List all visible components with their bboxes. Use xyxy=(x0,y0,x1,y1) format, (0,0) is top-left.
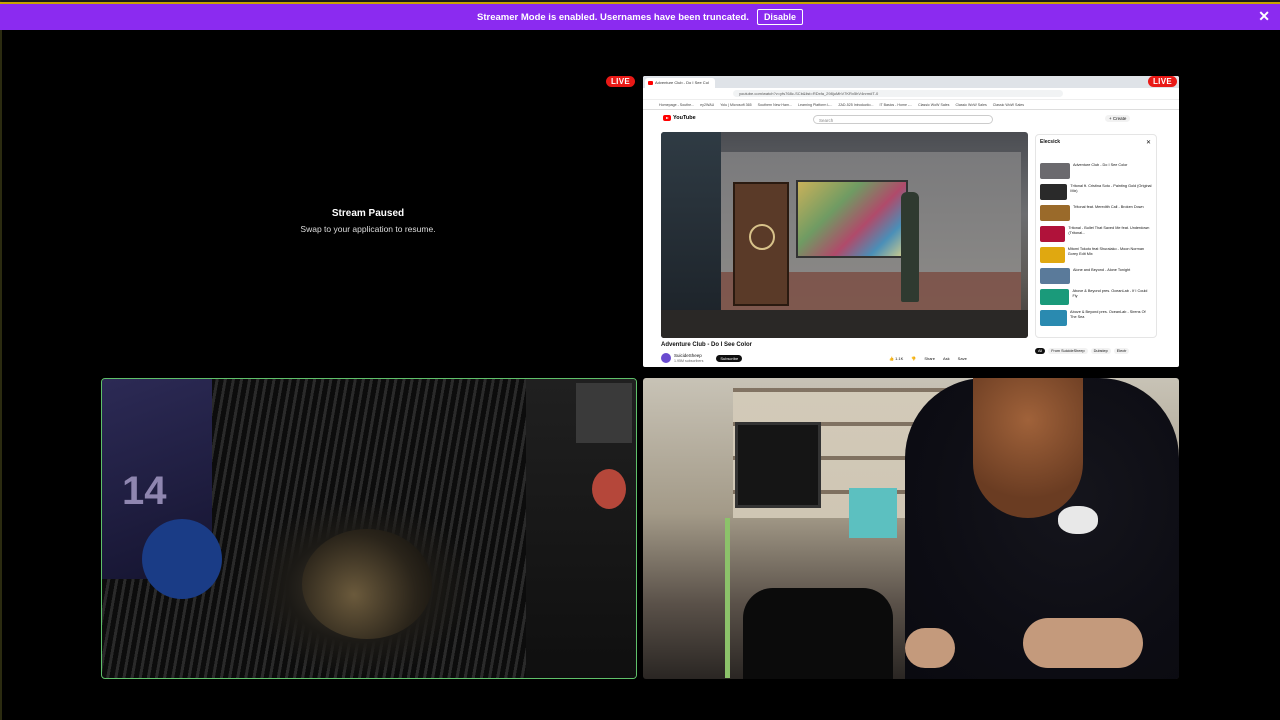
blue-object xyxy=(142,519,222,599)
video-player[interactable] xyxy=(661,132,1028,338)
streamer-mode-banner: Streamer Mode is enabled. Usernames have… xyxy=(0,2,1280,30)
person-arm xyxy=(1023,618,1143,668)
youtube-logo[interactable]: YouTube xyxy=(663,115,696,121)
playlist-item[interactable]: Tritonal feat. Meredith Call - Broken Do… xyxy=(1040,205,1152,223)
video-scene-figure xyxy=(901,192,919,302)
playlist-item-title: Above & Beyond pres. OceanLab - If I Cou… xyxy=(1072,289,1148,298)
youtube-search-input[interactable]: Search xyxy=(813,115,993,124)
browser-tab-title: Adventure Club - Do I See Col xyxy=(655,80,709,85)
channel-avatar[interactable] xyxy=(661,353,671,363)
ask-button[interactable]: Ask xyxy=(943,356,950,361)
youtube-play-icon xyxy=(663,115,671,121)
teal-box xyxy=(849,488,897,538)
thumbnail xyxy=(1040,163,1070,179)
dislike-button[interactable]: 👎 xyxy=(911,356,916,361)
person-beard xyxy=(973,378,1083,518)
bookmark[interactable]: Homepage - Southe... xyxy=(659,103,694,107)
person-hand xyxy=(905,628,955,668)
bookmark[interactable]: ZAD-525 Introductio... xyxy=(838,103,873,107)
trash-bags xyxy=(743,588,893,679)
live-badge: LIVE xyxy=(606,76,635,87)
bookmark[interactable]: Classic WoW Sales xyxy=(955,103,986,107)
stream-paused-subtitle: Swap to your application to resume. xyxy=(300,224,436,234)
close-icon[interactable]: ✕ xyxy=(1146,139,1151,146)
bookmark[interactable]: Learning Platform L... xyxy=(798,103,832,107)
video-scene-left xyxy=(661,132,721,338)
playlist-item[interactable]: Mitomi Tokoto feat Shuraiako - Moon Norm… xyxy=(1040,247,1152,265)
playlist-item[interactable]: Alone and Beyond - Alone Tonight xyxy=(1040,268,1152,286)
bookmark[interactable]: ey2WAU xyxy=(700,103,714,107)
shirt-logo xyxy=(1058,506,1098,534)
create-button[interactable]: + Create xyxy=(1105,115,1131,122)
address-bar[interactable]: youtube.com/watch?v=yfs768c-SCb&list=RDx… xyxy=(733,90,1063,97)
video-actions: 👍 1.1K 👎 Share Ask Save xyxy=(889,356,967,361)
close-icon[interactable]: ✕ xyxy=(1258,9,1270,23)
chip-all[interactable]: All xyxy=(1035,348,1046,354)
share-button[interactable]: Share xyxy=(924,356,935,361)
related-chips: All From SuicideSheep Dubstep Electr xyxy=(1035,348,1130,354)
webcam-tile-right[interactable] xyxy=(643,378,1179,679)
youtube-logo-text: YouTube xyxy=(673,115,696,121)
bookmark[interactable]: Yolu | Microsoft 365 xyxy=(720,103,751,107)
video-title: Adventure Club - Do I See Color xyxy=(661,342,753,348)
playlist-item[interactable]: Tritonal ft. Cristina Soto - Painting Go… xyxy=(1040,184,1152,202)
channel-row: SuicideSheep 1.95M subscribers Subscribe xyxy=(661,353,743,363)
stream-paused-title: Stream Paused xyxy=(331,208,405,219)
poster xyxy=(576,383,632,443)
paused-stream-tile[interactable]: Stream Paused Swap to your application t… xyxy=(100,76,636,367)
thumbnail xyxy=(1040,268,1070,284)
subscribe-button[interactable]: Subscribe xyxy=(716,354,743,362)
disable-streamer-mode-button[interactable]: Disable xyxy=(756,9,803,25)
playlist-item[interactable]: Tritonal - Bullet That Saved Me feat. Un… xyxy=(1040,226,1152,244)
thumbnail xyxy=(1040,310,1068,326)
playlist-item[interactable]: Adventure Club - Do I See Color xyxy=(1040,163,1152,181)
playlist-item-title: Tritonal - Bullet That Saved Me feat. Un… xyxy=(1068,226,1150,235)
monitor xyxy=(735,422,821,508)
like-button[interactable]: 👍 1.1K xyxy=(889,356,903,361)
pole xyxy=(725,518,730,678)
live-badge: LIVE xyxy=(1148,76,1177,87)
thumbnail xyxy=(1040,205,1070,221)
bookmarks-bar: Homepage - Southe... ey2WAU Yolu | Micro… xyxy=(643,100,1179,110)
video-scene-floor xyxy=(661,310,1028,338)
playlist-item-title: Alone and Beyond - Alone Tonight xyxy=(1073,268,1131,272)
chip-channel[interactable]: From SuicideSheep xyxy=(1048,348,1088,354)
thumbnail xyxy=(1040,226,1066,242)
jersey-number: 14 xyxy=(122,469,167,513)
browser-tab-strip: Adventure Club - Do I See Col xyxy=(643,76,1179,88)
person-head xyxy=(302,529,432,639)
playlist-item-title: Tritonal ft. Cristina Soto - Painting Go… xyxy=(1070,184,1152,193)
save-button[interactable]: Save xyxy=(958,356,967,361)
channel-name[interactable]: SuicideSheep xyxy=(674,353,702,358)
thumbnail xyxy=(1040,289,1070,305)
chip-dubstep[interactable]: Dubstep xyxy=(1090,348,1111,354)
subscriber-count: 1.95M subscribers xyxy=(674,359,704,363)
thumbnail xyxy=(1040,247,1065,263)
youtube-favicon-icon xyxy=(648,81,653,85)
playlist-title: Elecsick xyxy=(1040,139,1061,145)
video-scene-door xyxy=(733,182,789,306)
chip-electronic[interactable]: Electr xyxy=(1113,348,1130,354)
bookmark[interactable]: IT Basics - Home -... xyxy=(879,103,912,107)
bookmark[interactable]: Southern New Ham... xyxy=(758,103,792,107)
browser-tab[interactable]: Adventure Club - Do I See Col xyxy=(645,78,715,88)
playlist-item-title: Mitomi Tokoto feat Shuraiako - Moon Norm… xyxy=(1067,247,1145,256)
thumbnail xyxy=(1040,184,1068,200)
video-scene-window xyxy=(796,180,908,258)
webcam-tile-left[interactable]: 14 xyxy=(101,378,637,679)
address-bar-row: youtube.com/watch?v=yfs768c-SCb&list=RDx… xyxy=(643,88,1179,100)
bookmark[interactable]: Classic WoW Sales xyxy=(918,103,949,107)
bookmark[interactable]: Classic WoW Sales xyxy=(993,103,1024,107)
playlist-item-title: Above & Beyond pres. OceanLab - Sirens O… xyxy=(1070,310,1146,319)
decoration xyxy=(592,469,626,509)
playlist-panel: Elecsick ✕ Adventure Club - Do I See Col… xyxy=(1035,134,1157,338)
youtube-header: YouTube Search + Create xyxy=(643,110,1179,128)
door-ornament xyxy=(749,224,775,250)
playlist-item[interactable]: Above & Beyond pres. OceanLab - Sirens O… xyxy=(1040,310,1152,328)
playlist-item[interactable]: Above & Beyond pres. OceanLab - If I Cou… xyxy=(1040,289,1152,307)
playlist-item-title: Adventure Club - Do I See Color xyxy=(1073,163,1128,167)
screen-share-tile[interactable]: Adventure Club - Do I See Col youtube.co… xyxy=(643,76,1179,367)
playlist-item-title: Tritonal feat. Meredith Call - Broken Do… xyxy=(1073,205,1144,209)
banner-message: Streamer Mode is enabled. Usernames have… xyxy=(477,11,749,23)
